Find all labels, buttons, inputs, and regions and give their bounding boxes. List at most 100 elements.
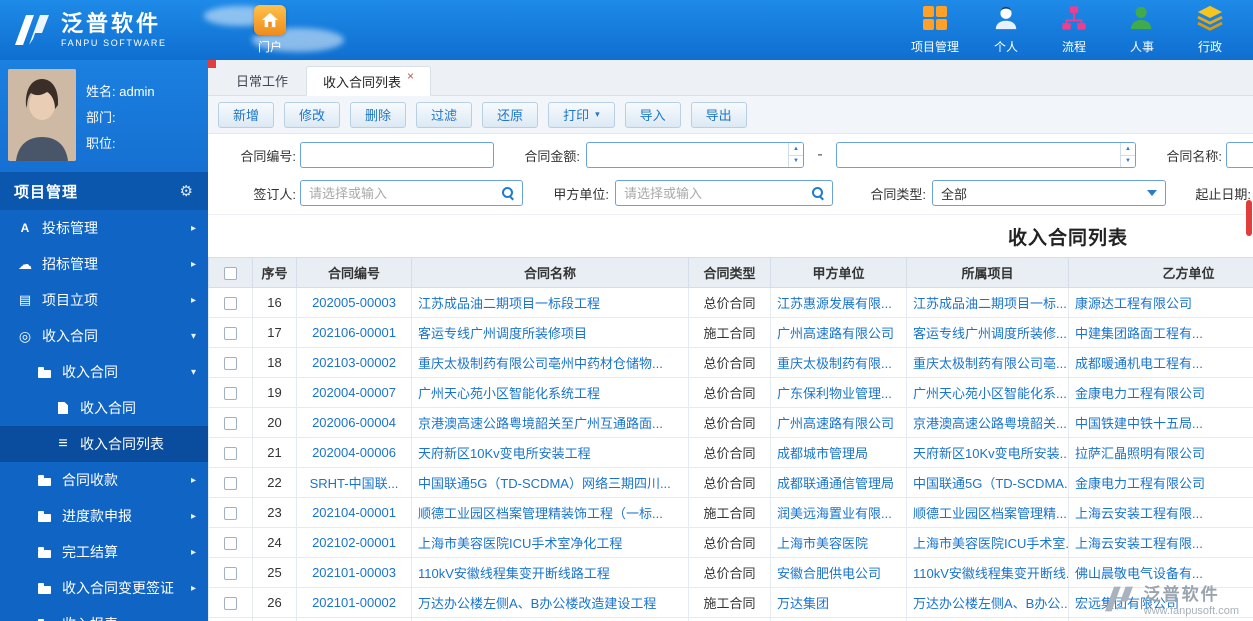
- party-b-link[interactable]: 宏远集团有限公司: [1075, 596, 1179, 611]
- table-row[interactable]: 21 202004-00006 天府新区10Kv变电所安装工程 总价合同 成都城…: [208, 437, 1253, 468]
- project-link[interactable]: 广州天心苑小区智能化系...: [913, 386, 1067, 401]
- select-all-checkbox[interactable]: [224, 267, 237, 281]
- party-b-link[interactable]: 上海云安装工程有限...: [1075, 506, 1203, 521]
- sidebar-item[interactable]: 完工结算: [0, 534, 208, 570]
- sidebar-item[interactable]: 进度款申报: [0, 498, 208, 534]
- column-header-party-a[interactable]: 甲方单位: [770, 257, 907, 288]
- contract-code-link[interactable]: 202103-00002: [312, 355, 396, 370]
- tab[interactable]: 收入合同列表: [306, 66, 432, 96]
- table-row[interactable]: 25 202101-00003 110kV安徽线程集变开断线路工程 总价合同 安…: [208, 557, 1253, 588]
- sidebar-item[interactable]: 收入合同: [0, 390, 208, 426]
- row-checkbox[interactable]: [224, 567, 237, 581]
- project-link[interactable]: 天府新区10Kv变电所安装...: [913, 446, 1068, 461]
- spinner-down-icon[interactable]: [789, 154, 803, 168]
- row-checkbox[interactable]: [224, 387, 237, 401]
- contract-code-link[interactable]: 202004-00007: [312, 385, 396, 400]
- project-link[interactable]: 顺德工业园区档案管理精...: [913, 506, 1067, 521]
- table-row[interactable]: 20 202006-00004 京港澳高速公路粤境韶关至广州互通路面... 总价…: [208, 407, 1253, 438]
- table-row[interactable]: 17 202106-00001 客运专线广州调度所装修项目 施工合同 广州高速路…: [208, 317, 1253, 348]
- toolbar-button[interactable]: 打印: [548, 101, 615, 128]
- sidebar-item[interactable]: 合同收款: [0, 462, 208, 498]
- contract-no-input[interactable]: [300, 142, 494, 168]
- party-b-link[interactable]: 康源达工程有限公司: [1075, 296, 1192, 311]
- party-a-link[interactable]: 重庆太极制药有限...: [777, 356, 892, 371]
- table-row[interactable]: 22 SRHT-中国联... 中国联通5G（TD-SCDMA）网络三期四川...…: [208, 467, 1253, 498]
- contract-name-link[interactable]: 万达办公楼左侧A、B办公楼改造建设工程: [418, 596, 656, 611]
- party-a-link[interactable]: 江苏惠源发展有限...: [777, 296, 892, 311]
- row-checkbox[interactable]: [224, 597, 237, 611]
- contract-name-link[interactable]: 客运专线广州调度所装修项目: [418, 326, 587, 341]
- contract-code-link[interactable]: SRHT-中国联...: [310, 476, 399, 491]
- contract-code-link[interactable]: 202104-00001: [312, 505, 396, 520]
- toolbar-button[interactable]: 新增: [218, 101, 275, 128]
- project-link[interactable]: 客运专线广州调度所装修...: [913, 326, 1067, 341]
- nav-portal[interactable]: 门户: [204, 0, 344, 60]
- table-row[interactable]: 26 202101-00002 万达办公楼左侧A、B办公楼改造建设工程 施工合同…: [208, 587, 1253, 618]
- party-a-input[interactable]: [615, 180, 833, 206]
- contract-name-link[interactable]: 中国联通5G（TD-SCDMA）网络三期四川...: [418, 476, 671, 491]
- nav-process[interactable]: 流程: [1053, 5, 1095, 55]
- spinner-down-icon[interactable]: [1121, 154, 1135, 168]
- party-a-link[interactable]: 万达集团: [777, 596, 829, 611]
- party-b-link[interactable]: 上海云安装工程有限...: [1075, 536, 1203, 551]
- party-a-link[interactable]: 安徽合肥供电公司: [777, 566, 881, 581]
- signer-input[interactable]: [300, 180, 523, 206]
- sidebar-item[interactable]: 收入报表: [0, 606, 208, 621]
- party-b-link[interactable]: 佛山晨敬电气设备有...: [1075, 566, 1203, 581]
- table-row[interactable]: 16 202005-00003 江苏成品油二期项目一标段工程 总价合同 江苏惠源…: [208, 287, 1253, 318]
- toolbar-button[interactable]: 导出: [690, 101, 747, 128]
- party-b-link[interactable]: 拉萨汇晶照明有限公司: [1075, 446, 1205, 461]
- column-header-name[interactable]: 合同名称: [411, 257, 689, 288]
- contract-code-link[interactable]: 202004-00006: [312, 445, 396, 460]
- project-link[interactable]: 中国联通5G（TD-SCDMA...: [913, 476, 1068, 491]
- row-checkbox[interactable]: [224, 477, 237, 491]
- sidebar-item[interactable]: 项目立项: [0, 282, 208, 318]
- sidebar-item[interactable]: 招标管理: [0, 246, 208, 282]
- table-row[interactable]: 23 202104-00001 顺德工业园区档案管理精装饰工程（一标... 施工…: [208, 497, 1253, 528]
- sidebar-item[interactable]: 收入合同: [0, 354, 208, 390]
- nav-administration[interactable]: 行政: [1189, 5, 1231, 55]
- contract-name-link[interactable]: 重庆太极制药有限公司亳州中药材仓储物...: [418, 356, 663, 371]
- tab-close-icon[interactable]: [407, 70, 414, 82]
- contract-code-link[interactable]: 202101-00002: [312, 595, 396, 610]
- column-header-party-b[interactable]: 乙方单位: [1068, 257, 1253, 288]
- project-link[interactable]: 110kV安徽线程集变开断线...: [913, 566, 1068, 581]
- project-link[interactable]: 上海市美容医院ICU手术室...: [913, 536, 1068, 551]
- row-checkbox[interactable]: [224, 537, 237, 551]
- sidebar-item[interactable]: 收入合同: [0, 318, 208, 354]
- project-link[interactable]: 万达办公楼左侧A、B办公...: [913, 596, 1068, 611]
- search-icon[interactable]: [501, 186, 515, 200]
- party-b-link[interactable]: 中国铁建中铁十五局...: [1075, 416, 1203, 431]
- nav-personal[interactable]: 个人: [985, 5, 1027, 55]
- column-header-project[interactable]: 所属项目: [906, 257, 1069, 288]
- search-icon[interactable]: [811, 186, 825, 200]
- party-a-link[interactable]: 成都联通通信管理局: [777, 476, 894, 491]
- amount-max-input[interactable]: [836, 142, 1136, 168]
- party-a-link[interactable]: 广东保利物业管理...: [777, 386, 892, 401]
- toolbar-button[interactable]: 修改: [284, 101, 341, 128]
- toolbar-button[interactable]: 过滤: [416, 101, 473, 128]
- sidebar-item[interactable]: 投标管理: [0, 210, 208, 246]
- row-checkbox[interactable]: [224, 417, 237, 431]
- table-row[interactable]: 19 202004-00007 广州天心苑小区智能化系统工程 总价合同 广东保利…: [208, 377, 1253, 408]
- party-a-link[interactable]: 上海市美容医院: [777, 536, 868, 551]
- spinner-up-icon[interactable]: [789, 143, 803, 155]
- project-link[interactable]: 重庆太极制药有限公司亳...: [913, 356, 1067, 371]
- party-a-link[interactable]: 成都城市管理局: [777, 446, 868, 461]
- contract-name-link[interactable]: 天府新区10Kv变电所安装工程: [418, 446, 591, 461]
- contract-name-link[interactable]: 江苏成品油二期项目一标段工程: [418, 296, 600, 311]
- contract-type-select[interactable]: 全部: [932, 180, 1166, 206]
- party-a-link[interactable]: 广州高速路有限公司: [777, 416, 894, 431]
- nav-hr[interactable]: 人事: [1121, 5, 1163, 55]
- party-a-link[interactable]: 润美远海置业有限...: [777, 506, 892, 521]
- table-row[interactable]: [208, 617, 1253, 621]
- row-checkbox[interactable]: [224, 447, 237, 461]
- party-b-link[interactable]: 成都暖通机电工程有...: [1075, 356, 1203, 371]
- row-checkbox[interactable]: [224, 297, 237, 311]
- toolbar-button[interactable]: 导入: [624, 101, 681, 128]
- contract-code-link[interactable]: 202101-00003: [312, 565, 396, 580]
- nav-project-management[interactable]: 项目管理: [911, 5, 959, 55]
- contract-name-link[interactable]: 广州天心苑小区智能化系统工程: [418, 386, 600, 401]
- toolbar-button[interactable]: 还原: [482, 101, 539, 128]
- tab[interactable]: 日常工作: [220, 65, 304, 95]
